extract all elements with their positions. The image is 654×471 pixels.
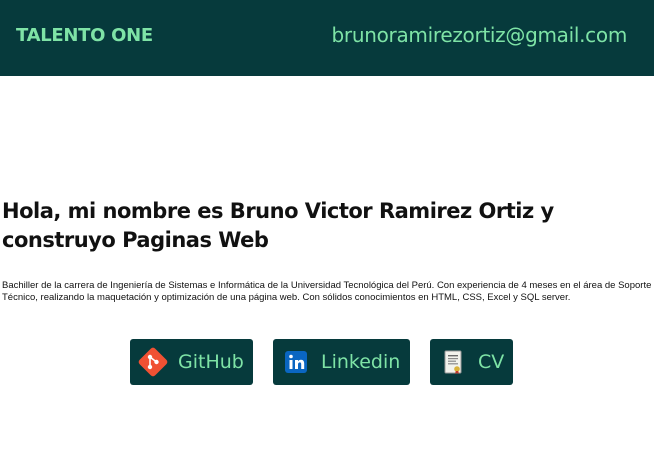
intro-description: Bachiller de la carrera de Ingeniería de… (2, 280, 652, 303)
cv-label: CV (478, 351, 505, 373)
github-label: GitHub (178, 351, 244, 373)
github-button[interactable]: GitHub (130, 339, 253, 385)
linkedin-button[interactable]: Linkedin (273, 339, 410, 385)
intro-title: Hola, mi nombre es Bruno Victor Ramirez … (2, 199, 554, 252)
linkedin-label: Linkedin (321, 351, 401, 373)
header-bar: TALENTO ONE brunoramirezortiz@gmail.com (0, 0, 654, 76)
document-icon (438, 347, 468, 377)
linkedin-icon (281, 347, 311, 377)
email-link[interactable]: brunoramirezortiz@gmail.com (332, 23, 628, 47)
cv-button[interactable]: CV (430, 339, 513, 385)
git-icon (138, 347, 168, 377)
brand-logo[interactable]: TALENTO ONE (16, 25, 153, 46)
